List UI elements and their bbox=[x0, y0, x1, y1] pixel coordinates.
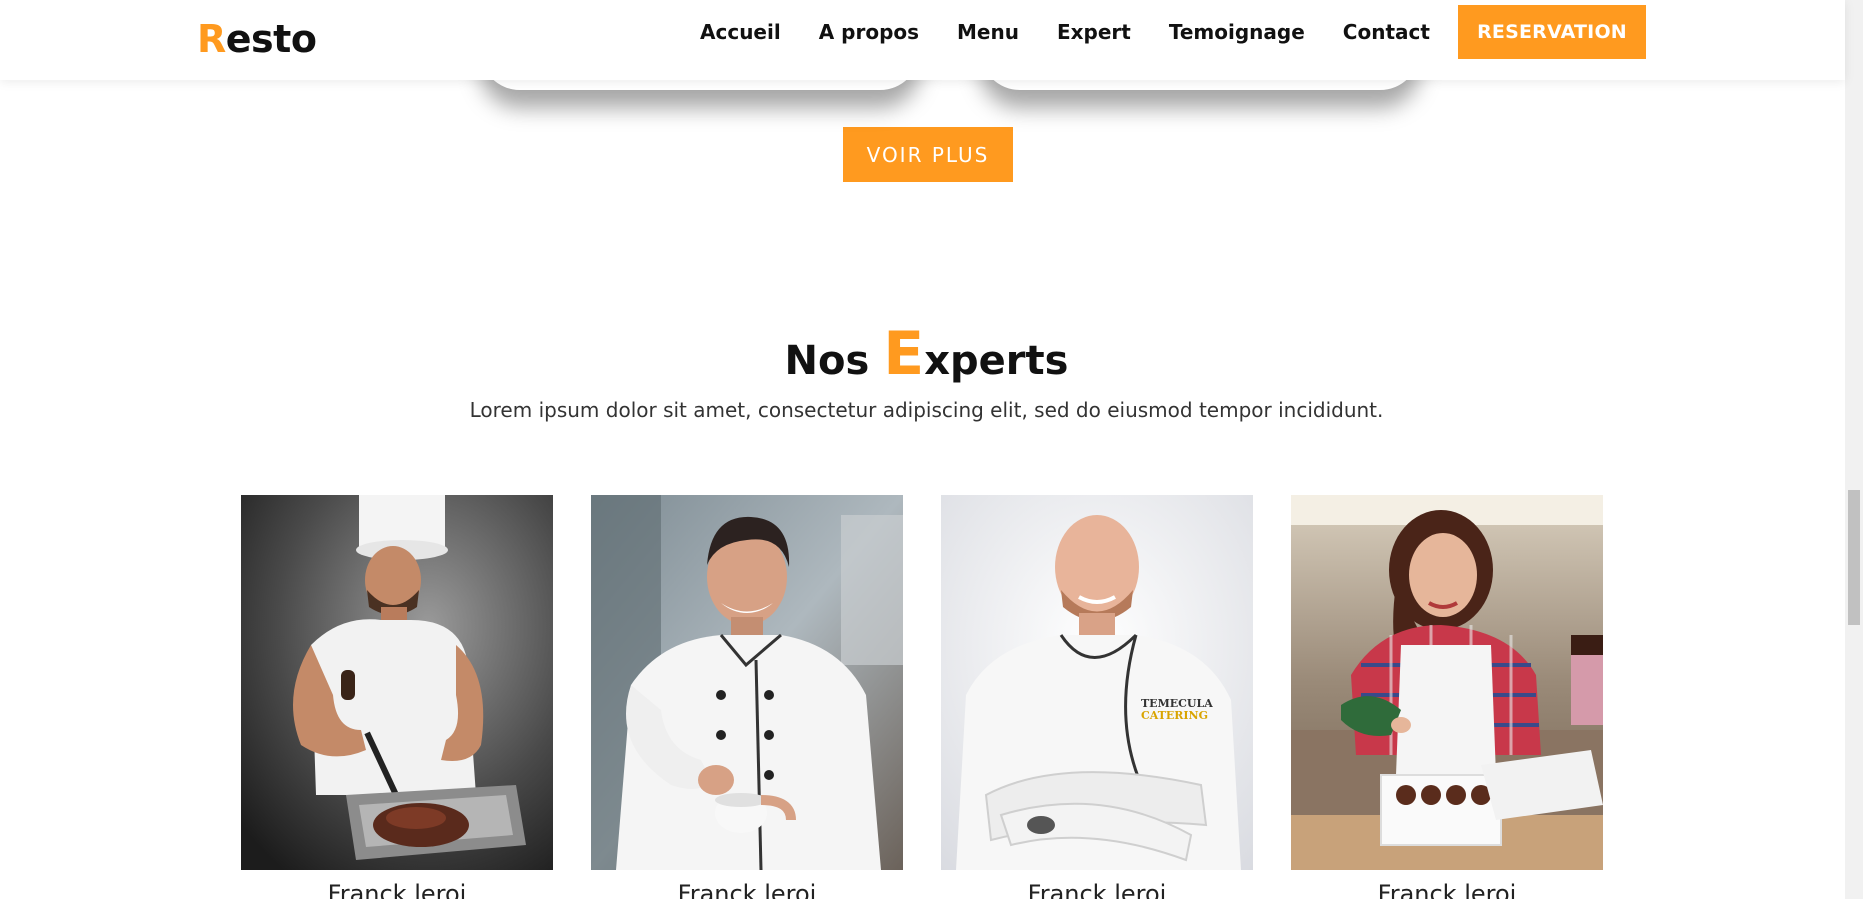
page: Resto Accueil A propos Menu Expert Temoi… bbox=[0, 0, 1863, 899]
logo[interactable]: Resto bbox=[197, 14, 317, 64]
nav-link-contact[interactable]: Contact bbox=[1343, 20, 1430, 44]
voir-plus-button[interactable]: VOIR PLUS bbox=[843, 127, 1013, 182]
expert-name: Franck leroi bbox=[1027, 880, 1167, 899]
section-title: Nos Experts bbox=[0, 322, 1853, 393]
expert-name: Franck leroi bbox=[677, 880, 817, 899]
section-title-rest: xperts bbox=[924, 338, 1069, 384]
logo-text: esto bbox=[225, 17, 317, 61]
logo-accent-letter: R bbox=[197, 17, 226, 61]
expert-name: Franck leroi bbox=[1377, 880, 1517, 899]
chef-arms-crossed-photo: TEMECULA CATERING bbox=[941, 495, 1253, 870]
experts-grid: Franck leroi Franck leroi TEMECULA CATER… bbox=[241, 495, 1603, 899]
reservation-button[interactable]: RESERVATION bbox=[1458, 5, 1646, 59]
section-title-accent: E bbox=[883, 319, 925, 389]
nav-link-temoignage[interactable]: Temoignage bbox=[1169, 20, 1305, 44]
nav-links: Accueil A propos Menu Expert Temoignage … bbox=[700, 0, 1468, 64]
expert-card[interactable]: TEMECULA CATERING Franck leroi bbox=[941, 495, 1253, 899]
section-title-pre: Nos bbox=[784, 338, 870, 384]
nav-link-accueil[interactable]: Accueil bbox=[700, 20, 781, 44]
expert-card[interactable]: Franck leroi bbox=[241, 495, 553, 899]
nav-link-expert[interactable]: Expert bbox=[1057, 20, 1131, 44]
section-subtitle: Lorem ipsum dolor sit amet, consectetur … bbox=[469, 398, 1384, 422]
expert-name: Franck leroi bbox=[327, 880, 467, 899]
expert-card[interactable]: Franck leroi bbox=[591, 495, 903, 899]
pastry-chef-decorating-photo bbox=[1291, 495, 1603, 870]
nav-link-menu[interactable]: Menu bbox=[957, 20, 1019, 44]
chef-cutting-meat-photo bbox=[241, 495, 553, 870]
top-navbar: Resto Accueil A propos Menu Expert Temoi… bbox=[0, 0, 1845, 80]
svg-text:CATERING: CATERING bbox=[1141, 709, 1208, 722]
nav-link-a-propos[interactable]: A propos bbox=[819, 20, 919, 44]
chef-holding-cup-photo bbox=[591, 495, 903, 870]
scrollbar-thumb[interactable] bbox=[1848, 490, 1860, 625]
page-scrollbar[interactable] bbox=[1845, 0, 1863, 899]
expert-card[interactable]: Franck leroi bbox=[1291, 495, 1603, 899]
